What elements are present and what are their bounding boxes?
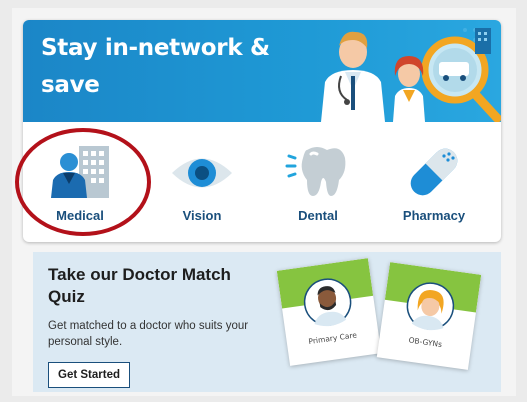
get-started-button[interactable]: Get Started xyxy=(48,362,130,388)
male-doctor-avatar-icon xyxy=(303,278,352,327)
card-label-primary-care: Primary Care xyxy=(307,330,358,347)
quiz-title: Take our Doctor Match Quiz xyxy=(48,265,231,306)
in-network-banner-card: Stay in-network & save Medical Vision De… xyxy=(23,20,501,242)
tile-medical[interactable]: Medical xyxy=(25,122,135,242)
eye-icon xyxy=(172,158,232,188)
female-doctor-avatar-icon xyxy=(406,282,455,331)
tile-label-pharmacy: Pharmacy xyxy=(402,208,466,223)
tooth-icon xyxy=(285,147,346,196)
hero-banner: Stay in-network & save xyxy=(23,20,501,122)
doctor-match-quiz-card: Take our Doctor Match Quiz Get matched t… xyxy=(33,252,501,392)
tile-pharmacy[interactable]: Pharmacy xyxy=(379,122,489,242)
doctor-building-icon xyxy=(51,146,109,198)
ob-gyn-card: OB-GYNs xyxy=(376,262,482,370)
doctors-illustration xyxy=(321,28,501,122)
tile-label-dental: Dental xyxy=(298,208,338,223)
tile-dental[interactable]: Dental xyxy=(263,122,373,242)
card-label-ob-gyns: OB-GYNs xyxy=(408,335,443,350)
banner-title: Stay in-network & save xyxy=(41,35,270,98)
coverage-tiles: Medical Vision Dental Pharmacy xyxy=(23,122,501,242)
quiz-description: Get matched to a doctor who suits your p… xyxy=(48,320,249,348)
pill-capsule-icon xyxy=(410,148,458,196)
tile-label-medical: Medical xyxy=(56,208,104,223)
tile-vision[interactable]: Vision xyxy=(147,122,257,242)
primary-care-card: Primary Care xyxy=(276,258,382,366)
tile-label-vision: Vision xyxy=(182,208,222,223)
